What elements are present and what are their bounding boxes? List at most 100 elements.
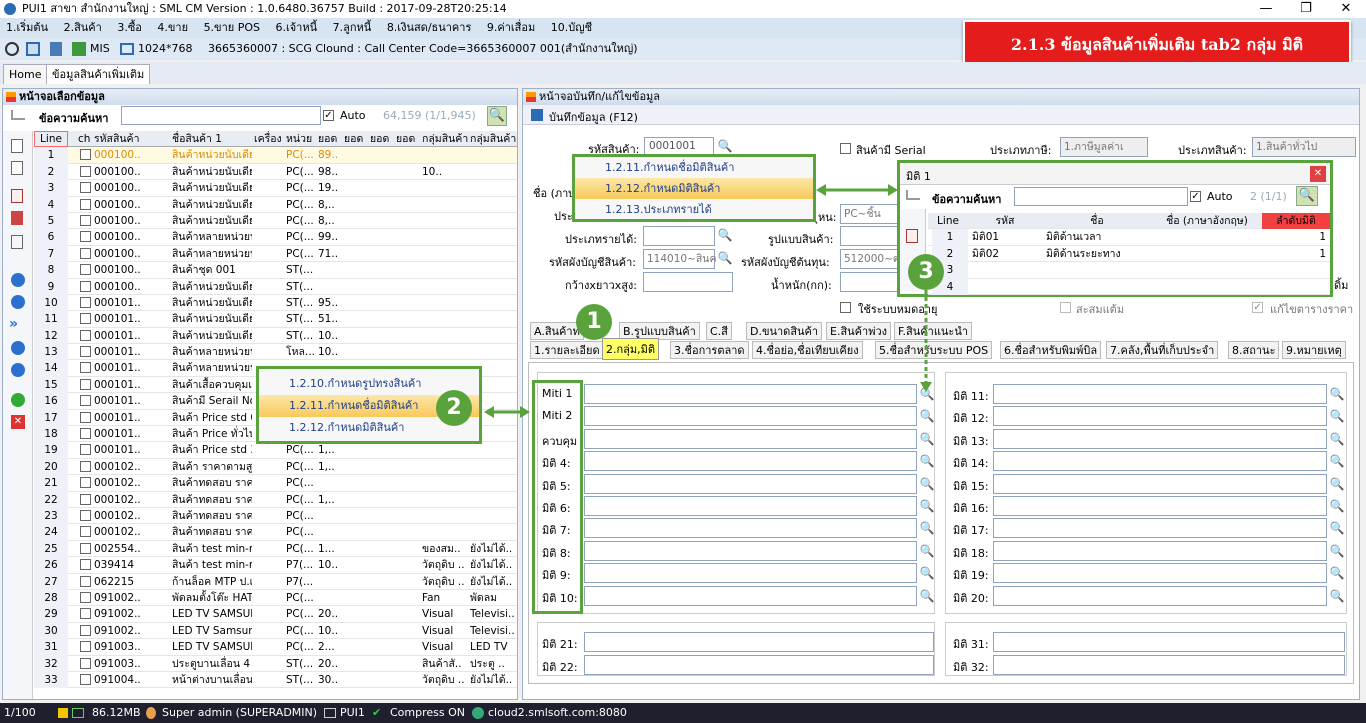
search-icon[interactable]: 🔍 bbox=[487, 106, 507, 126]
menu-cash[interactable]: 8.เงินสด/ธนาคาร bbox=[387, 21, 472, 34]
table-row[interactable]: 27 062215 ก้านล็อค MTP ป.เล็.. P7(... วัตถุด… bbox=[34, 573, 517, 590]
table-row[interactable]: 12 000101.. สินค้าหน่วยนับเดียว .. ST(... 10… bbox=[34, 327, 517, 345]
table-row[interactable]: 21 000102.. สินค้าทดสอบ ราคา.. PC(... bbox=[34, 475, 517, 492]
table-row[interactable]: 29 091002.. LED TV SAMSUNG .. PC(... 20.. Vis… bbox=[34, 606, 517, 623]
menu-start[interactable]: 1.เริ่มต้น bbox=[6, 21, 48, 34]
row-checkbox[interactable] bbox=[80, 657, 91, 669]
col-code[interactable]: รหัสสินค้า bbox=[94, 131, 139, 147]
arrow-down-icon[interactable] bbox=[11, 363, 25, 377]
dimension-input[interactable] bbox=[993, 406, 1327, 427]
save-icon[interactable] bbox=[531, 109, 543, 121]
dimension-input[interactable] bbox=[993, 496, 1327, 516]
dimension-search-icon[interactable]: 🔍 bbox=[1328, 452, 1346, 470]
calc-icon[interactable] bbox=[50, 42, 62, 56]
menu-purchase[interactable]: 3.ซื้อ bbox=[117, 21, 142, 34]
account-search-icon[interactable]: 🔍 bbox=[716, 249, 734, 267]
col-name[interactable]: ชื่อสินค้า 1 bbox=[172, 131, 222, 147]
col-group1[interactable]: กลุ่มสินค้า bbox=[422, 131, 468, 147]
size-input[interactable] bbox=[643, 272, 733, 292]
row-checkbox[interactable] bbox=[80, 378, 91, 390]
table-row[interactable]: 3 000100.. สินค้าหน่วยนับเดียว .. PC(... 19.… bbox=[34, 180, 517, 197]
col-ch[interactable]: ch bbox=[78, 131, 90, 147]
dimension-search-icon[interactable]: 🔍 bbox=[918, 587, 936, 605]
table-row[interactable]: 23 000102.. สินค้าทดสอบ ราคา.. PC(... bbox=[34, 507, 517, 525]
dimension-input[interactable] bbox=[993, 451, 1327, 472]
menu-item-dimension-name[interactable]: 1.2.11.กำหนดชื่อมิติสินค้า bbox=[575, 157, 813, 178]
row-checkbox[interactable] bbox=[80, 411, 91, 423]
dimension-input[interactable] bbox=[993, 655, 1345, 675]
dimension-input[interactable] bbox=[584, 540, 917, 561]
row-checkbox[interactable] bbox=[80, 182, 91, 194]
dimension-search-icon[interactable]: 🔍 bbox=[1328, 587, 1346, 605]
dimension-input[interactable] bbox=[584, 473, 917, 494]
row-checkbox[interactable] bbox=[80, 264, 91, 276]
dialog-search-input[interactable] bbox=[1014, 187, 1188, 206]
table-row[interactable]: 9 000100.. สินค้าหน่วยนับเดียว .. ST(... bbox=[34, 278, 517, 295]
table-row[interactable]: 20 000102.. สินค้า ราคาตามสูตร PC(... 1,.. bbox=[34, 458, 517, 476]
dialog-row[interactable]: 3 bbox=[928, 262, 1330, 279]
serial-checkbox[interactable] bbox=[840, 143, 851, 154]
table-row[interactable]: 13 000101.. สินค้าหลายหน่วยนั.. โหล...10.. bbox=[34, 344, 517, 361]
dialog-auto-checkbox[interactable]: ✓ bbox=[1190, 191, 1201, 202]
check-list-icon[interactable] bbox=[906, 229, 918, 243]
table-row[interactable]: 6 000100.. สินค้าหลายหน่วยนั.. PC(... 99.. bbox=[34, 229, 517, 246]
dlg-col-code[interactable]: รหัส bbox=[968, 213, 1042, 229]
left-auto-checkbox[interactable]: ✓ bbox=[323, 110, 334, 121]
menu-receivable[interactable]: 7.ลูกหนี้ bbox=[333, 21, 372, 34]
menu-sale[interactable]: 4.ขาย bbox=[157, 21, 188, 34]
row-checkbox[interactable] bbox=[80, 231, 91, 243]
row-checkbox[interactable] bbox=[80, 641, 91, 653]
table-row[interactable]: 22 000102.. สินค้าทดสอบ ราคา.. PC(... 1,.. bbox=[34, 491, 517, 508]
save-button[interactable]: บันทึกข้อมูล (F12) bbox=[549, 108, 638, 126]
dimension-input[interactable] bbox=[584, 428, 917, 449]
tab-e-bundle[interactable]: E.สินค้าพ่วง bbox=[826, 322, 892, 340]
arrow-right-icon[interactable] bbox=[11, 295, 25, 309]
dimension-search-icon[interactable]: 🔍 bbox=[1328, 542, 1346, 560]
table-row[interactable]: 7 000100.. สินค้าหลายหน่วยนั.. PC(... 71.. bbox=[34, 245, 517, 263]
row-checkbox[interactable] bbox=[80, 591, 91, 603]
dlg-col-line[interactable]: Line bbox=[928, 213, 968, 229]
dlg-col-en[interactable]: ชื่อ (ภาษาอังกฤษ) bbox=[1152, 213, 1262, 229]
row-checkbox[interactable] bbox=[80, 165, 91, 177]
dimension-input[interactable] bbox=[584, 451, 917, 472]
tab-7-warehouse[interactable]: 7.คลัง,พื้นที่เก็บประจำ bbox=[1106, 341, 1219, 359]
row-checkbox[interactable] bbox=[80, 198, 91, 210]
row-checkbox[interactable] bbox=[80, 575, 91, 587]
monitor-icon[interactable] bbox=[120, 43, 134, 55]
row-checkbox[interactable] bbox=[80, 395, 91, 407]
dimension-input[interactable] bbox=[993, 563, 1327, 584]
row-checkbox[interactable] bbox=[80, 247, 91, 259]
dimension-search-icon[interactable]: 🔍 bbox=[918, 385, 936, 403]
col-qty2[interactable]: ยอด bbox=[344, 131, 363, 147]
table-row[interactable]: 10 000101.. สินค้าหน่วยนับเดียว .. ST(... 95… bbox=[34, 294, 517, 312]
income-type-input[interactable] bbox=[643, 226, 715, 246]
dimension-input[interactable] bbox=[584, 585, 917, 606]
table-row[interactable]: 24 000102.. สินค้าทดสอบ ราคา.. PC(... bbox=[34, 524, 517, 541]
row-checkbox[interactable] bbox=[80, 477, 91, 489]
row-checkbox[interactable] bbox=[80, 542, 91, 554]
window-icon[interactable] bbox=[26, 42, 40, 56]
row-checkbox[interactable] bbox=[80, 493, 91, 505]
tab-6-print[interactable]: 6.ชื่อสำหรับพิมพ์บิล bbox=[1000, 341, 1102, 359]
menu-payable[interactable]: 6.เจ้าหนี้ bbox=[275, 21, 317, 34]
table-row[interactable]: 30 091002.. LED TV Samsung(.. PC(... 10.. Vis… bbox=[34, 622, 517, 640]
table-row[interactable]: 8 000100.. สินค้าชุด 001 ST(... bbox=[34, 262, 517, 279]
dimension-input[interactable] bbox=[584, 632, 934, 652]
table-row[interactable]: 25 002554.. สินค้า test min-ma.. PC(... 1...… bbox=[34, 540, 517, 558]
dimension-input[interactable] bbox=[993, 632, 1345, 652]
unit-input[interactable]: PC~ชิ้น bbox=[840, 204, 900, 224]
arrow-left-icon[interactable] bbox=[11, 273, 25, 287]
table-row[interactable]: 5 000100.. สินค้าหน่วยนับเดียว .. PC(... 8,.… bbox=[34, 212, 517, 230]
col-qty4[interactable]: ยอด bbox=[396, 131, 415, 147]
table-row[interactable]: 32 091003.. ประตูบานเลื่อน 4 บ.. ST(... 20..… bbox=[34, 655, 517, 672]
row-checkbox[interactable] bbox=[80, 608, 91, 620]
row-checkbox[interactable] bbox=[80, 428, 91, 440]
dimension-search-icon[interactable]: 🔍 bbox=[918, 475, 936, 493]
mis-label[interactable]: MIS bbox=[90, 38, 110, 60]
dimension-input[interactable] bbox=[993, 540, 1327, 561]
account-input[interactable]: 114010~สินค bbox=[643, 249, 717, 269]
dlg-col-order[interactable]: ลำดับมิติ bbox=[1262, 213, 1330, 230]
dimension-input[interactable] bbox=[584, 563, 917, 584]
dimension-search-icon[interactable]: 🔍 bbox=[918, 542, 936, 560]
tab-f-recommend[interactable]: F.สินค้าแนะนำ bbox=[894, 322, 973, 340]
